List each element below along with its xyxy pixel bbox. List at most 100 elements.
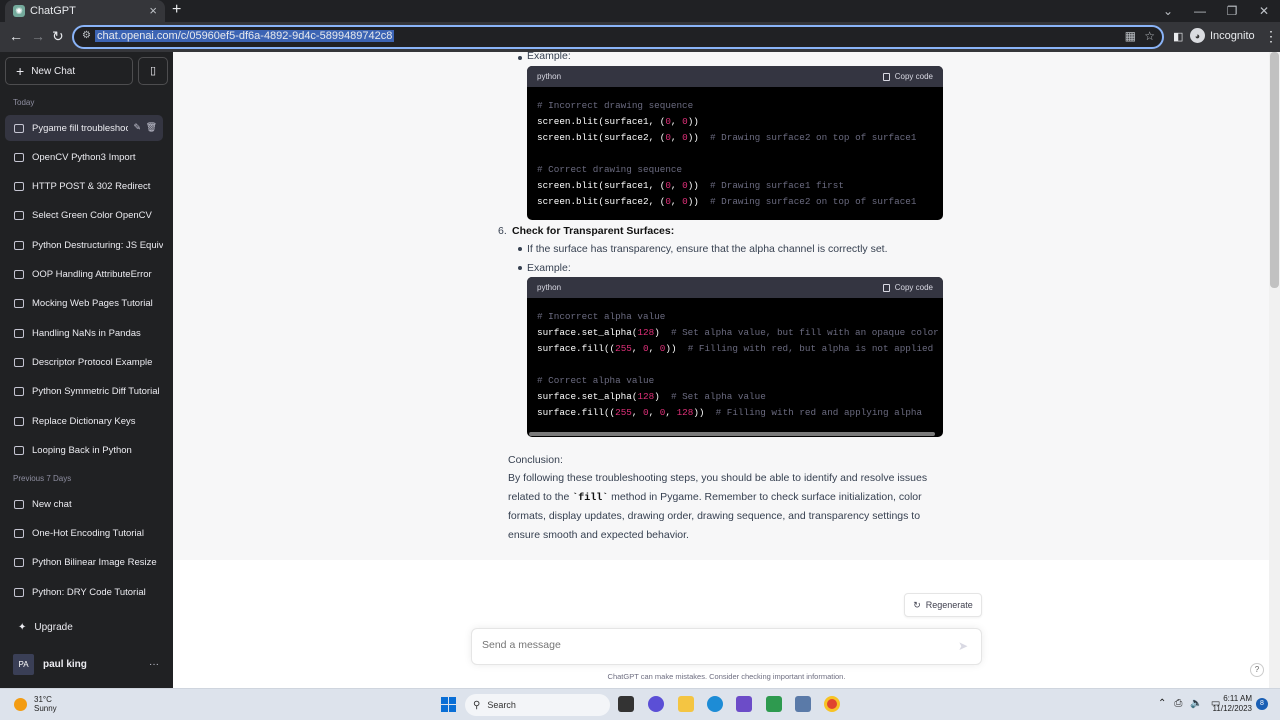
- system-tray: ⌃ ⎙ 🔈 ▭: [1158, 698, 1220, 709]
- help-icon[interactable]: ?: [1250, 663, 1264, 677]
- delete-trash-icon[interactable]: 🗑: [146, 122, 157, 133]
- chevron-up-icon[interactable]: ⌃: [1158, 698, 1166, 709]
- code-language-label: python: [537, 72, 562, 81]
- chat-app-icon[interactable]: [648, 696, 664, 712]
- sidebar-toggle-icon[interactable]: ▯: [138, 57, 168, 85]
- sidebar-item-chat[interactable]: HTTP POST & 302 Redirect: [5, 173, 163, 199]
- volume-icon[interactable]: 🔈: [1190, 698, 1202, 709]
- sidebar-item-chat[interactable]: Python: DRY Code Tutorial: [5, 579, 163, 605]
- upgrade-button[interactable]: ✦ Upgrade: [18, 622, 73, 633]
- sidebar-item-label: Handling NaNs in Pandas: [32, 327, 141, 339]
- sidebar-item-chat[interactable]: Python Symmetric Diff Tutorial: [5, 378, 163, 404]
- code-horizontal-scrollbar[interactable]: [529, 432, 935, 436]
- windows-start-icon[interactable]: [441, 697, 456, 712]
- copy-code-label: Copy code: [894, 72, 933, 81]
- clipboard-icon: [882, 72, 890, 81]
- network-icon[interactable]: ⎙: [1174, 698, 1182, 709]
- notepad-app-icon[interactable]: [766, 696, 782, 712]
- sidebar-item-chat[interactable]: OOP Handling AttributeError: [5, 261, 163, 287]
- more-options-icon[interactable]: ···: [149, 659, 159, 670]
- chat-bubble-icon: [14, 357, 24, 367]
- close-window-icon[interactable]: ✕: [1248, 0, 1280, 22]
- bookmark-star-icon[interactable]: ☆: [1144, 29, 1155, 43]
- notification-badge[interactable]: 8: [1256, 698, 1268, 710]
- edit-pencil-icon[interactable]: ✎: [133, 122, 141, 133]
- taskbar-clock[interactable]: 6:11 AM 11/12/2023: [1212, 694, 1252, 714]
- chrome-browser-icon[interactable]: [824, 696, 840, 712]
- regenerate-button[interactable]: ↻ Regenerate: [904, 593, 982, 617]
- send-icon[interactable]: ➤: [958, 639, 968, 653]
- sidebar-item-chat[interactable]: Python Destructuring: JS Equivalent: [5, 232, 163, 258]
- regenerate-label: Regenerate: [925, 600, 973, 610]
- tab-title: ChatGPT: [30, 5, 76, 17]
- clock-date: 11/12/2023: [1212, 704, 1252, 713]
- browser-tab-bar: ✺ ChatGPT × + ⌄ — ❐ ✕: [0, 0, 1280, 22]
- incognito-icon: ◕: [1190, 28, 1205, 43]
- sidebar-item-chat[interactable]: OpenCV Python3 Import: [5, 144, 163, 170]
- search-icon: ⚲: [473, 699, 481, 711]
- new-chat-button[interactable]: + New Chat: [5, 57, 133, 85]
- new-tab-icon[interactable]: +: [172, 1, 181, 19]
- sidebar-item-chat[interactable]: Mocking Web Pages Tutorial: [5, 290, 163, 316]
- image-viewer-icon[interactable]: [795, 696, 811, 712]
- sidebar-item-chat[interactable]: Replace Dictionary Keys: [5, 408, 163, 434]
- taskbar: 31°C Sunny ⚲ Search ⌃ ⎙ 🔈 ▭ 6:11 AM 11/1…: [0, 688, 1280, 720]
- sidebar-item-label: HTTP POST & 302 Redirect: [32, 180, 151, 192]
- code-block: python Copy code # Incorrect alpha value…: [527, 277, 943, 437]
- incognito-profile[interactable]: ◕ Incognito: [1190, 28, 1255, 43]
- chat-bubble-icon: [14, 210, 24, 220]
- task-view-icon[interactable]: [618, 696, 634, 712]
- sidebar-item-label: Select Green Color OpenCV: [32, 209, 152, 221]
- site-info-icon[interactable]: ⚙: [82, 30, 91, 41]
- message-input[interactable]: [482, 639, 942, 651]
- scrollbar-thumb[interactable]: [1270, 52, 1279, 288]
- copy-code-button[interactable]: Copy code: [882, 72, 933, 81]
- forward-icon[interactable]: →: [31, 28, 45, 44]
- file-explorer-icon[interactable]: [678, 696, 694, 712]
- bullet: [518, 247, 522, 251]
- edge-browser-icon[interactable]: [707, 696, 723, 712]
- code-block-header: python Copy code: [527, 66, 943, 87]
- sidebar-item-label: Descriptor Protocol Example: [32, 356, 153, 368]
- message-composer[interactable]: ➤: [471, 628, 982, 665]
- code-block: python Copy code # Incorrect drawing seq…: [527, 66, 943, 220]
- sidebar-item-chat[interactable]: Looping Back in Python: [5, 437, 163, 463]
- chat-bubble-icon: [14, 416, 24, 426]
- sidebar-item-chat[interactable]: Handling NaNs in Pandas: [5, 320, 163, 346]
- example-label: Example:: [527, 50, 571, 62]
- section-today-label: Today: [13, 98, 35, 107]
- temperature: 31°C: [34, 695, 52, 704]
- back-icon[interactable]: ←: [9, 28, 23, 44]
- sidebar-item-label: Pygame fill troubleshoot: [32, 122, 128, 134]
- sidebar-item-chat[interactable]: New chat: [5, 491, 163, 517]
- reload-icon[interactable]: ↻: [52, 28, 64, 45]
- sidebar-item-chat[interactable]: Python Bilinear Image Resize: [5, 549, 163, 575]
- sidebar-item-chat[interactable]: Descriptor Protocol Example: [5, 349, 163, 375]
- address-bar: ← → ↻ ⚙ chat.openai.com/c/05960ef5-df6a-…: [0, 22, 1280, 52]
- sidebar-item-chat[interactable]: One-Hot Encoding Tutorial: [5, 520, 163, 546]
- weather-widget[interactable]: 31°C Sunny: [14, 695, 57, 713]
- browser-tab[interactable]: ✺ ChatGPT ×: [5, 0, 165, 22]
- vpn-app-icon[interactable]: [736, 696, 752, 712]
- restore-icon[interactable]: ❐: [1216, 0, 1248, 22]
- url-text[interactable]: chat.openai.com/c/05960ef5-df6a-4892-9d4…: [95, 30, 395, 42]
- incognito-label: Incognito: [1210, 29, 1255, 42]
- qr-code-icon[interactable]: ▦: [1125, 29, 1136, 43]
- side-panel-icon[interactable]: ◧: [1173, 30, 1183, 43]
- refresh-icon: ↻: [913, 599, 921, 610]
- sparkle-icon: ✦: [18, 622, 27, 633]
- conclusion-title: Conclusion:: [508, 454, 563, 466]
- minimize-icon[interactable]: —: [1184, 0, 1216, 22]
- url-field[interactable]: ⚙ chat.openai.com/c/05960ef5-df6a-4892-9…: [72, 25, 1164, 49]
- sidebar-item-chat[interactable]: Pygame fill troubleshoot ✎ 🗑: [5, 115, 163, 141]
- assistant-message: Example: python Copy code # Incorrect dr…: [173, 50, 1269, 560]
- page-scrollbar[interactable]: [1269, 52, 1280, 688]
- browser-menu-icon[interactable]: ⋮: [1264, 28, 1278, 45]
- copy-code-button[interactable]: Copy code: [882, 283, 933, 292]
- sidebar-item-chat[interactable]: Select Green Color OpenCV: [5, 202, 163, 228]
- user-menu[interactable]: PA paul king ···: [13, 653, 163, 675]
- tab-search-icon[interactable]: ⌄: [1152, 0, 1184, 22]
- taskbar-search[interactable]: ⚲ Search: [465, 694, 610, 716]
- close-tab-icon[interactable]: ×: [149, 3, 157, 18]
- chat-bubble-icon: [14, 386, 24, 396]
